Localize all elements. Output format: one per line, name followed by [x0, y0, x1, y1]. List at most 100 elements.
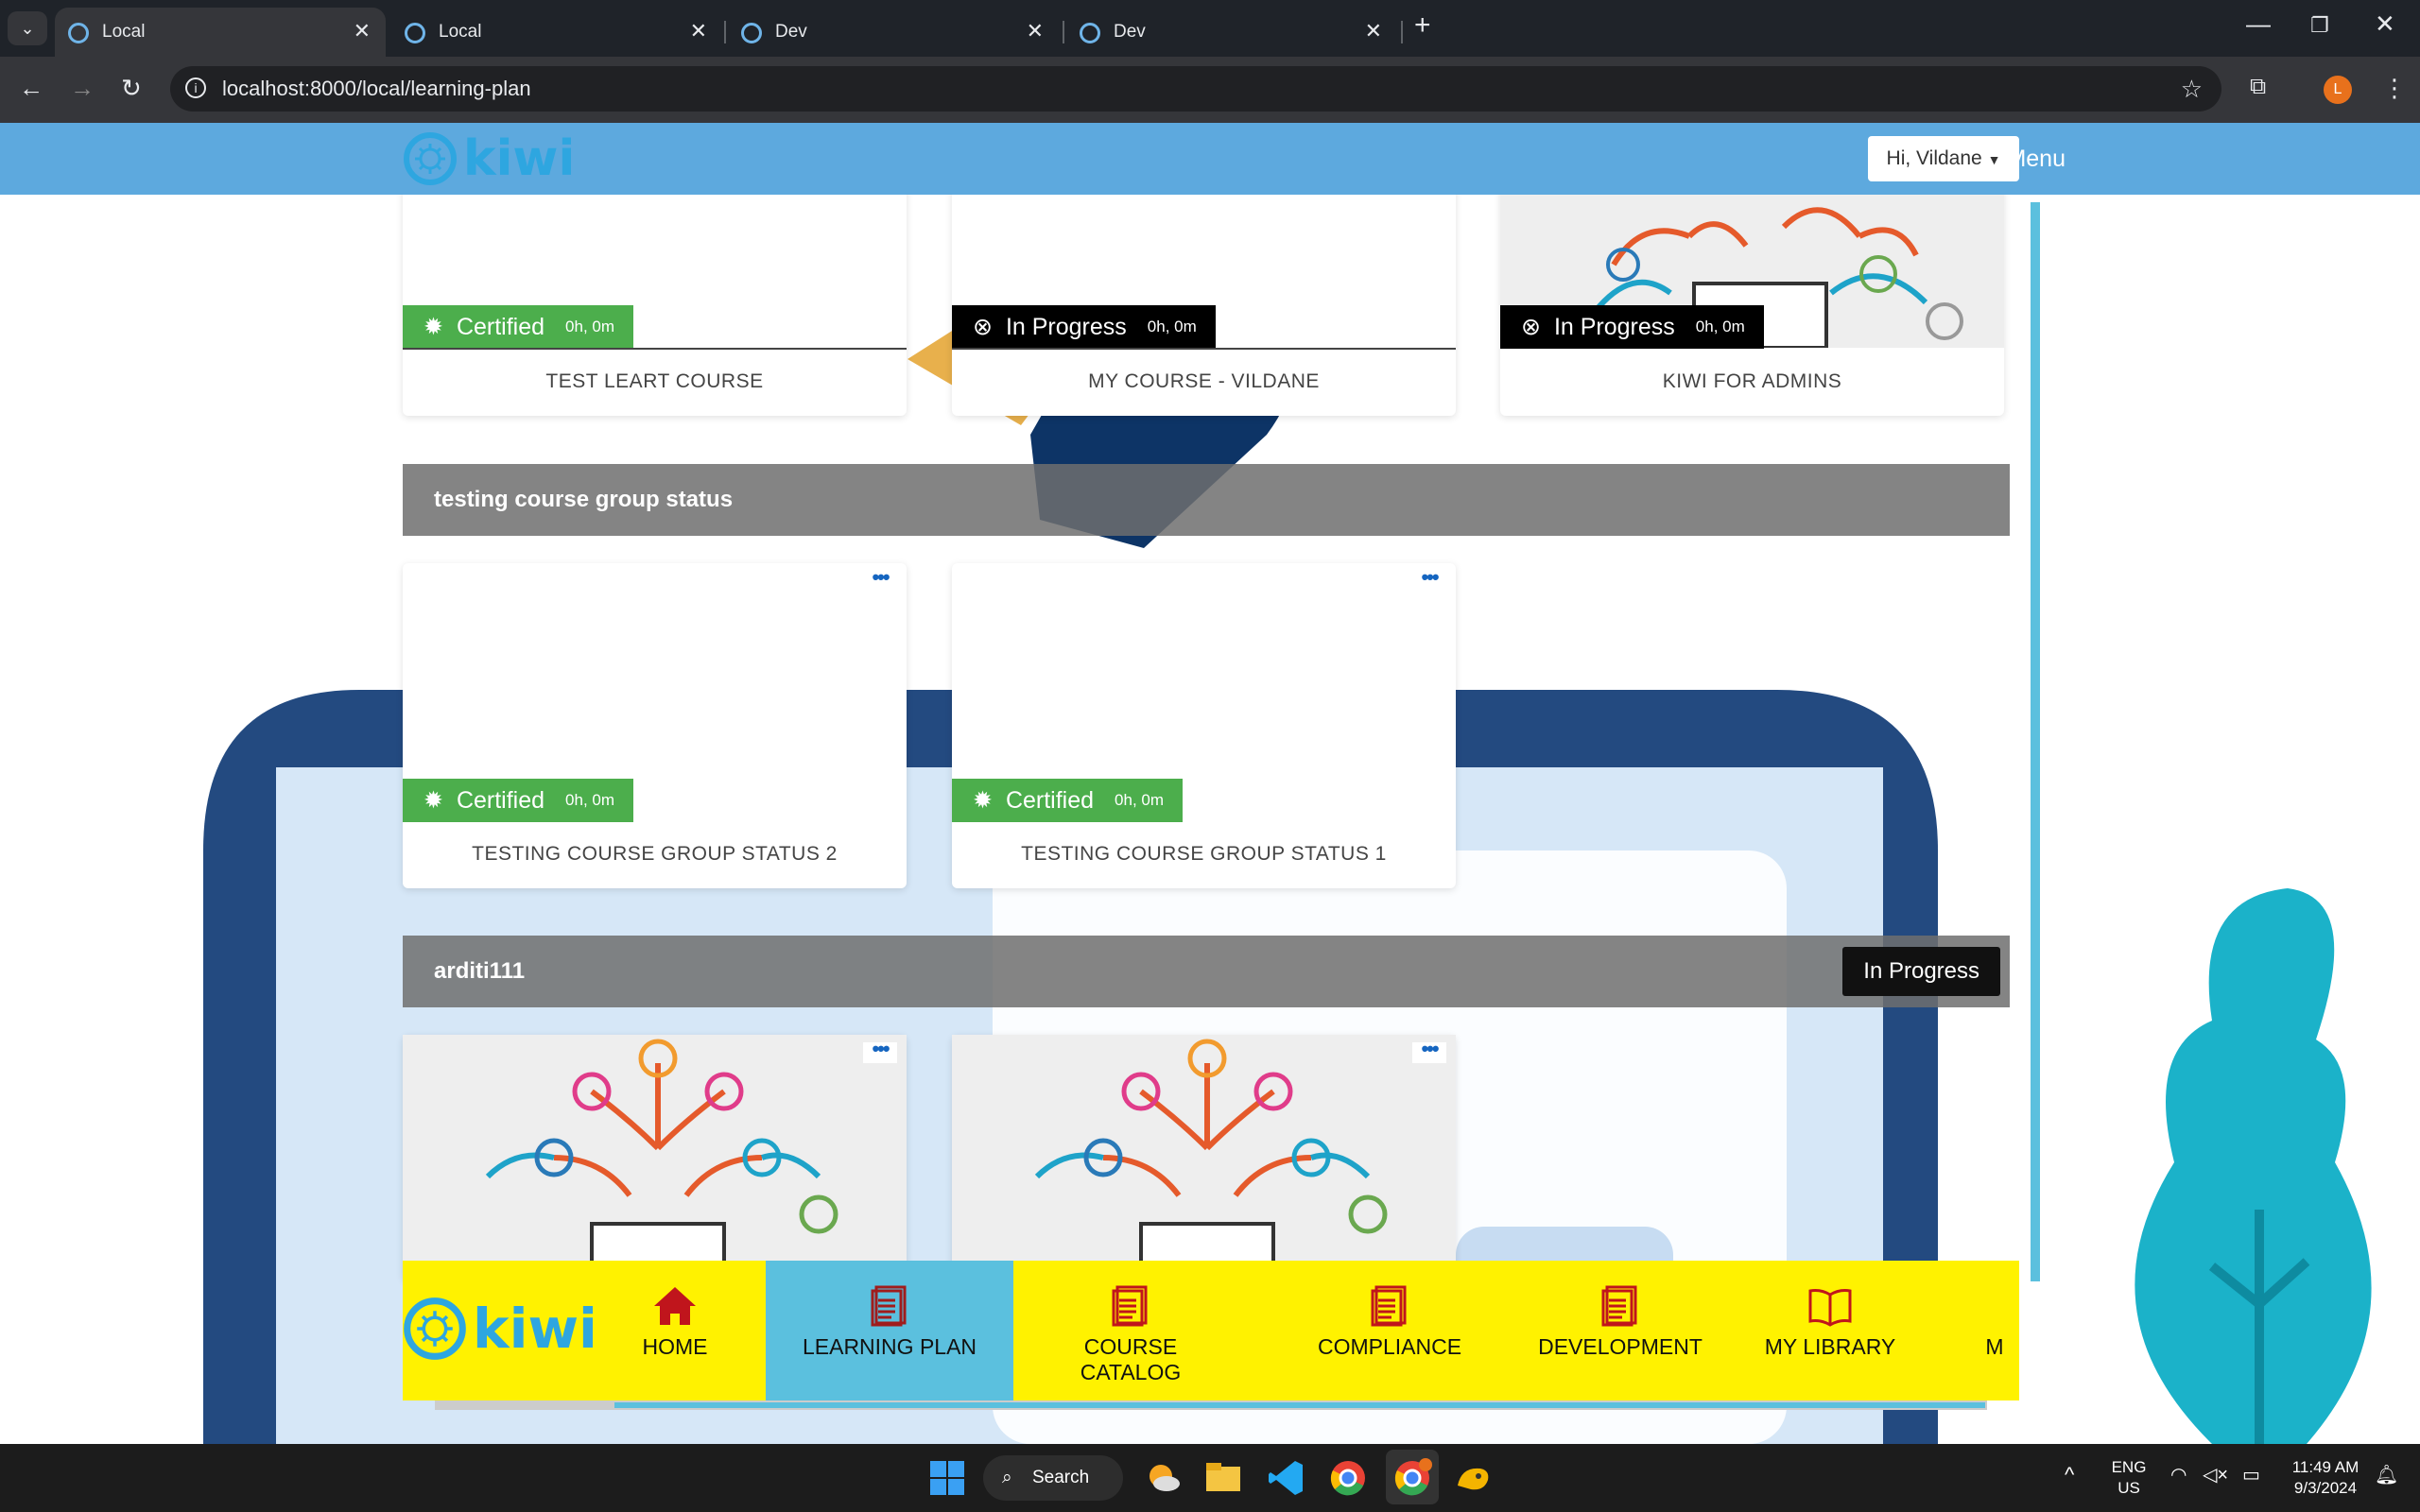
wifi-icon[interactable]: ◠ [2170, 1465, 2187, 1486]
browser-tab-4[interactable]: Dev ✕ [1066, 8, 1397, 57]
site-info-icon[interactable]: i [185, 77, 206, 98]
home-icon [654, 1287, 696, 1325]
minimize-window-button[interactable]: — [2246, 9, 2271, 39]
taskbar-search[interactable]: ⌕ Search [983, 1455, 1123, 1501]
logo-text: kiwi [463, 130, 576, 187]
browser-tab-1[interactable]: Local ✕ [55, 8, 386, 57]
language-indicator[interactable]: ENG US [2106, 1457, 2152, 1499]
notification-bell-icon[interactable]: 🔔︎ [2375, 1465, 2398, 1486]
nav-item-course-catalog[interactable]: COURSE CATALOG [1038, 1261, 1223, 1400]
more-options-icon[interactable]: ••• [863, 1039, 897, 1063]
more-options-icon[interactable]: ••• [1412, 1039, 1446, 1063]
horizontal-scroll-thumb[interactable] [614, 1402, 1985, 1408]
document-icon [1601, 1285, 1637, 1327]
status-badge: ⊗ In Progress 0h, 0m [952, 305, 1216, 349]
tab-favicon-icon [405, 23, 425, 43]
more-options-icon[interactable]: ••• [863, 567, 897, 592]
extensions-icon[interactable]: ⧉ [2250, 74, 2266, 100]
file-explorer-icon[interactable] [1202, 1457, 1244, 1499]
app-icon[interactable] [1452, 1457, 1494, 1499]
course-thumbnail-image [403, 1035, 907, 1280]
browser-menu-icon[interactable]: ⋮ [2382, 74, 2407, 103]
new-tab-button[interactable]: + [1414, 9, 1431, 42]
course-card[interactable]: ••• [952, 1035, 1456, 1280]
date-text: 9/3/2024 [2293, 1479, 2358, 1497]
chevron-down-icon: ▼ [1987, 152, 2001, 167]
windows-start-icon[interactable] [926, 1457, 968, 1499]
more-options-icon[interactable]: ••• [1412, 567, 1446, 592]
document-icon [1112, 1285, 1148, 1327]
nav-item-partial[interactable]: M [1976, 1261, 2014, 1400]
vertical-scrollbar[interactable] [2031, 202, 2040, 1281]
browser-tab-3[interactable]: Dev ✕ [728, 8, 1059, 57]
close-window-button[interactable]: ✕ [2375, 9, 2395, 39]
weather-icon[interactable] [1142, 1457, 1184, 1499]
battery-icon[interactable]: ▭ [2242, 1465, 2260, 1486]
profile-avatar[interactable]: L [2324, 76, 2352, 104]
bottom-navigation: kiwi HOME LEARNING PLAN COURSE CATALOG C… [403, 1261, 2019, 1400]
horizontal-scrollbar[interactable] [435, 1400, 1987, 1410]
bookmark-star-icon[interactable]: ☆ [2181, 66, 2203, 112]
volume-muted-icon[interactable]: ◁× [2203, 1465, 2228, 1486]
badge-time-text: 0h, 0m [565, 791, 615, 809]
course-group-header[interactable]: testing course group status [403, 464, 2010, 536]
status-badge: ✹ Certified 0h, 0m [952, 779, 1184, 822]
course-card[interactable]: ••• ✹ Certified 0h, 0m TESTING COURSE GR… [952, 563, 1456, 888]
tab-title: Local [102, 22, 146, 42]
nav-item-my-library[interactable]: MY LIBRARY [1764, 1261, 1896, 1400]
close-tab-icon[interactable]: ✕ [1027, 19, 1044, 43]
nav-item-learning-plan[interactable]: LEARNING PLAN [766, 1261, 1013, 1400]
close-tab-icon[interactable]: ✕ [1365, 19, 1382, 43]
close-circle-icon: ⊗ [973, 314, 993, 340]
restore-window-button[interactable]: ❐ [2310, 13, 2329, 38]
kiwi-logo-icon [404, 132, 457, 185]
tab-title: Dev [775, 22, 807, 42]
group-name: testing course group status [434, 487, 734, 512]
address-bar[interactable]: i localhost:8000/local/learning-plan ☆ [170, 66, 2221, 112]
status-badge: ⊗ In Progress 0h, 0m [1500, 305, 1764, 349]
language-text: ENG [2111, 1458, 2147, 1476]
clock[interactable]: 11:49 AM 9/3/2024 [2278, 1457, 2373, 1499]
tab-favicon-icon [741, 23, 762, 43]
back-icon[interactable]: ← [19, 74, 43, 103]
kiwi-logo[interactable]: kiwi [403, 130, 575, 187]
nav-item-home[interactable]: HOME [609, 1261, 741, 1400]
course-group-header[interactable]: arditi111 In Progress [403, 936, 2010, 1007]
badge-status-text: Certified [1005, 786, 1095, 814]
browser-tab-2[interactable]: Local ✕ [391, 8, 722, 57]
reload-icon[interactable]: ↻ [121, 74, 142, 103]
badge-status-text: Certified [456, 313, 545, 340]
nav-item-compliance[interactable]: COMPLIANCE [1316, 1261, 1463, 1400]
course-title[interactable]: TESTING COURSE GROUP STATUS 2 [403, 843, 907, 866]
nav-item-development[interactable]: DEVELOPMENT [1533, 1261, 1707, 1400]
badge-status-text: In Progress [1553, 313, 1675, 340]
nav-item-label: COMPLIANCE [1317, 1334, 1462, 1359]
forward-icon[interactable]: → [70, 74, 95, 103]
status-badge: ✹ Certified 0h, 0m [403, 779, 634, 822]
time-text: 11:49 AM [2291, 1458, 2360, 1476]
course-title[interactable]: MY COURSE - VILDANE [952, 370, 1456, 393]
show-hidden-icons-chevron-icon[interactable]: ^ [2065, 1465, 2074, 1486]
tab-search-button[interactable]: ⌄ [8, 11, 47, 45]
chrome-profile-icon[interactable] [1392, 1457, 1433, 1499]
close-tab-icon[interactable]: ✕ [354, 19, 371, 43]
document-icon [1371, 1285, 1407, 1327]
kiwi-logo[interactable]: kiwi [403, 1297, 597, 1361]
document-icon [871, 1285, 907, 1327]
nav-item-label: COURSE CATALOG [1080, 1334, 1182, 1384]
course-title[interactable]: TESTING COURSE GROUP STATUS 1 [952, 843, 1456, 866]
course-title[interactable]: KIWI FOR ADMINS [1500, 370, 2004, 393]
user-menu-dropdown[interactable]: Hi, Vildane ▼ [1868, 136, 2019, 181]
badge-time-text: 0h, 0m [1695, 318, 1745, 335]
user-greeting: Hi, Vildane [1886, 147, 1982, 169]
course-card[interactable]: ••• ✹ Certified 0h, 0m TESTING COURSE GR… [403, 563, 907, 888]
vscode-icon[interactable] [1265, 1457, 1306, 1499]
chrome-icon[interactable] [1327, 1457, 1369, 1499]
course-card[interactable]: ••• [403, 1035, 907, 1280]
course-title[interactable]: TEST LEART COURSE [403, 370, 907, 393]
browser-toolbar: ← → ↻ i localhost:8000/local/learning-pl… [0, 57, 2420, 123]
close-tab-icon[interactable]: ✕ [690, 19, 707, 43]
tab-favicon-icon [1080, 23, 1100, 43]
logo-text: kiwi [473, 1297, 597, 1361]
status-badge: ✹ Certified 0h, 0m [403, 305, 634, 349]
